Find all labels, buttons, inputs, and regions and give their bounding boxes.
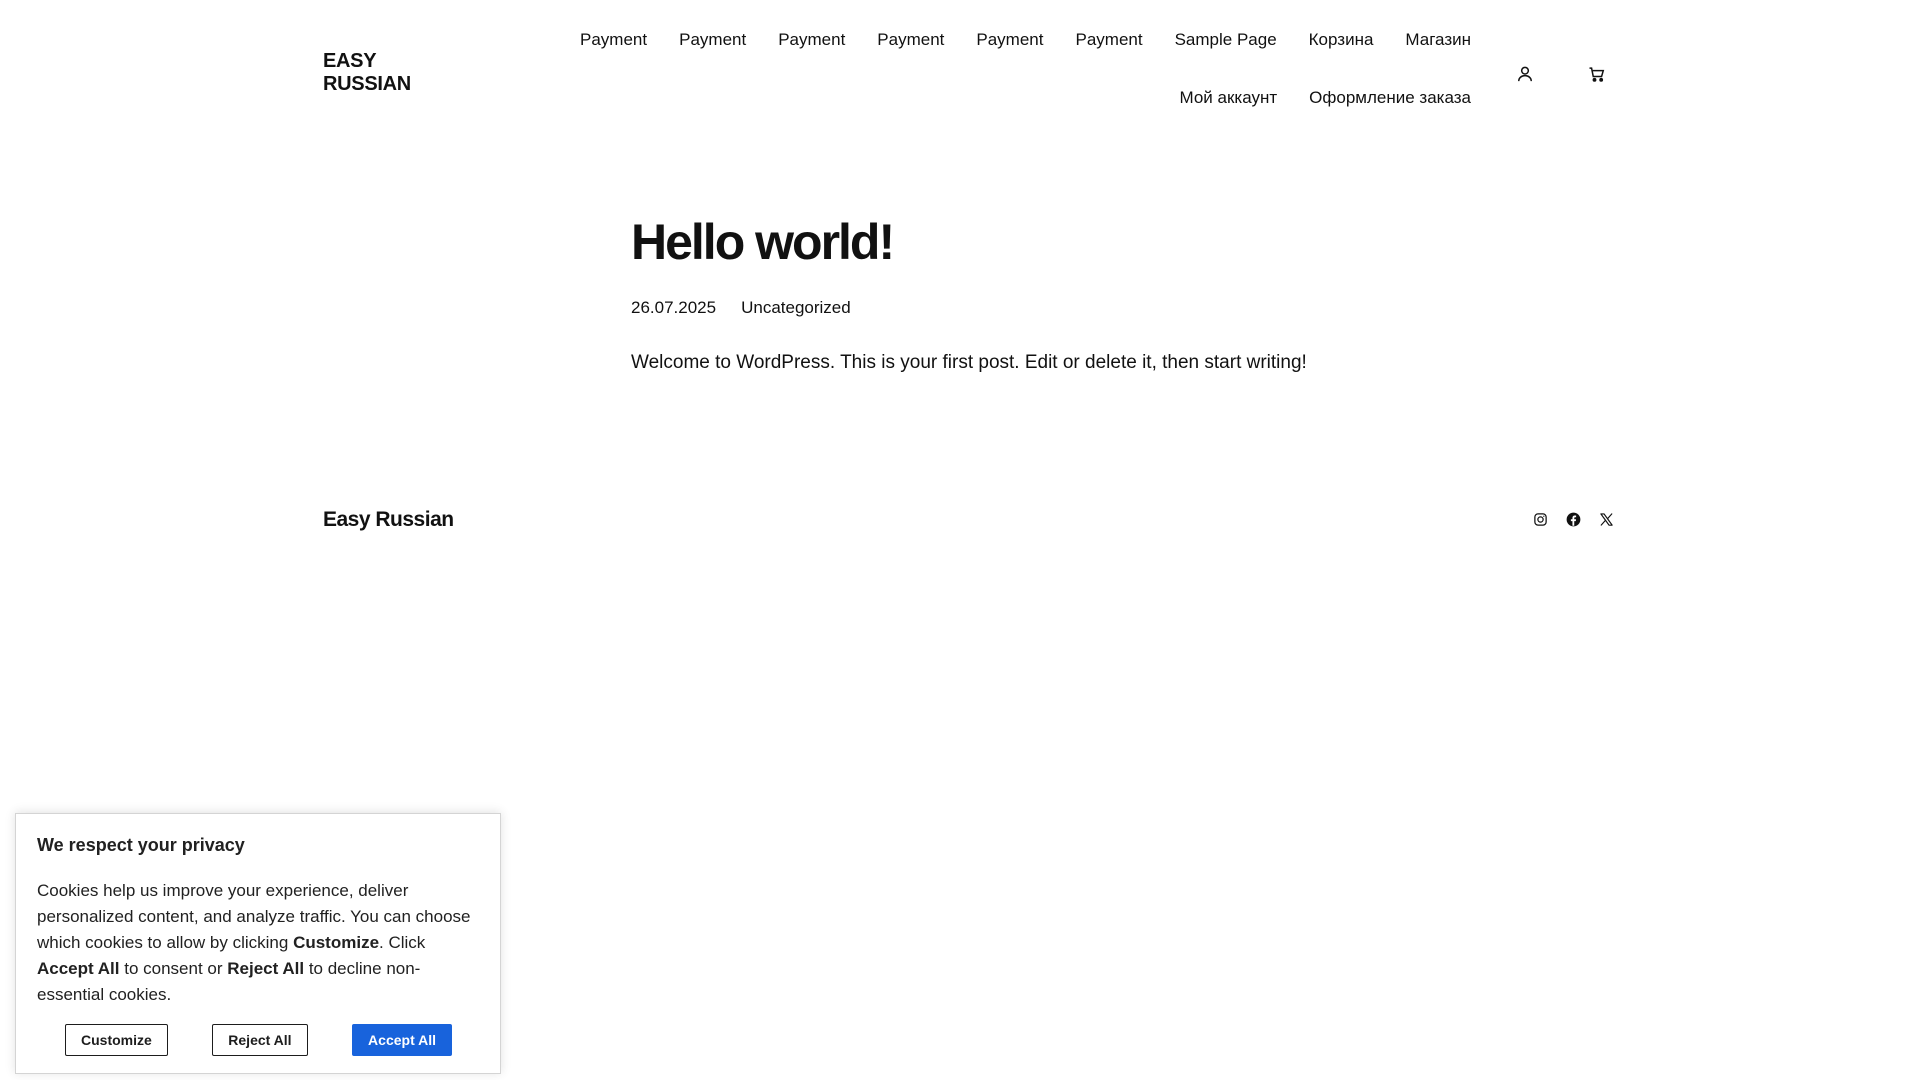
- x-icon[interactable]: [1598, 511, 1615, 528]
- customize-button[interactable]: Customize: [65, 1024, 168, 1056]
- cookie-banner-buttons: Customize Reject All Accept All: [65, 1024, 452, 1056]
- nav-item-payment[interactable]: Payment: [877, 22, 944, 58]
- facebook-icon[interactable]: [1565, 511, 1582, 528]
- nav-item-checkout[interactable]: Оформление заказа: [1309, 80, 1471, 116]
- post: Hello world! 26.07.2025 Uncategorized We…: [631, 212, 1331, 377]
- nav-item-shop[interactable]: Магазин: [1405, 22, 1471, 58]
- instagram-icon[interactable]: [1532, 511, 1549, 528]
- main-navigation: Payment Payment Payment Payment Payment …: [531, 22, 1471, 116]
- nav-item-payment[interactable]: Payment: [580, 22, 647, 58]
- nav-item-payment[interactable]: Payment: [778, 22, 845, 58]
- nav-item-payment[interactable]: Payment: [976, 22, 1043, 58]
- social-links: [1532, 511, 1615, 528]
- cart-icon[interactable]: [1586, 63, 1608, 85]
- post-date[interactable]: 26.07.2025: [631, 297, 716, 319]
- post-category[interactable]: Uncategorized: [741, 297, 851, 319]
- nav-item-my-account[interactable]: Мой аккаунт: [1180, 80, 1278, 116]
- site-title[interactable]: EASY RUSSIAN: [323, 50, 443, 96]
- account-icon[interactable]: [1514, 63, 1536, 85]
- nav-item-sample-page[interactable]: Sample Page: [1175, 22, 1277, 58]
- post-meta: 26.07.2025 Uncategorized: [631, 297, 1331, 319]
- nav-item-payment[interactable]: Payment: [679, 22, 746, 58]
- accept-all-button[interactable]: Accept All: [352, 1024, 452, 1056]
- cookie-banner-title: We respect your privacy: [37, 835, 245, 855]
- post-content: Welcome to WordPress. This is your first…: [631, 352, 1307, 373]
- page: EASY RUSSIAN Payment Payment Payment Pay…: [0, 0, 1920, 1080]
- cookie-banner-text: Cookies help us improve your experience,…: [37, 881, 471, 1004]
- nav-item-payment[interactable]: Payment: [1075, 22, 1142, 58]
- reject-all-button[interactable]: Reject All: [212, 1024, 308, 1056]
- cookie-consent-banner: We respect your privacy Cookies help us …: [15, 813, 501, 1074]
- footer-site-title[interactable]: Easy Russian: [323, 507, 454, 533]
- nav-item-cart[interactable]: Корзина: [1309, 22, 1374, 58]
- post-title: Hello world!: [631, 214, 895, 270]
